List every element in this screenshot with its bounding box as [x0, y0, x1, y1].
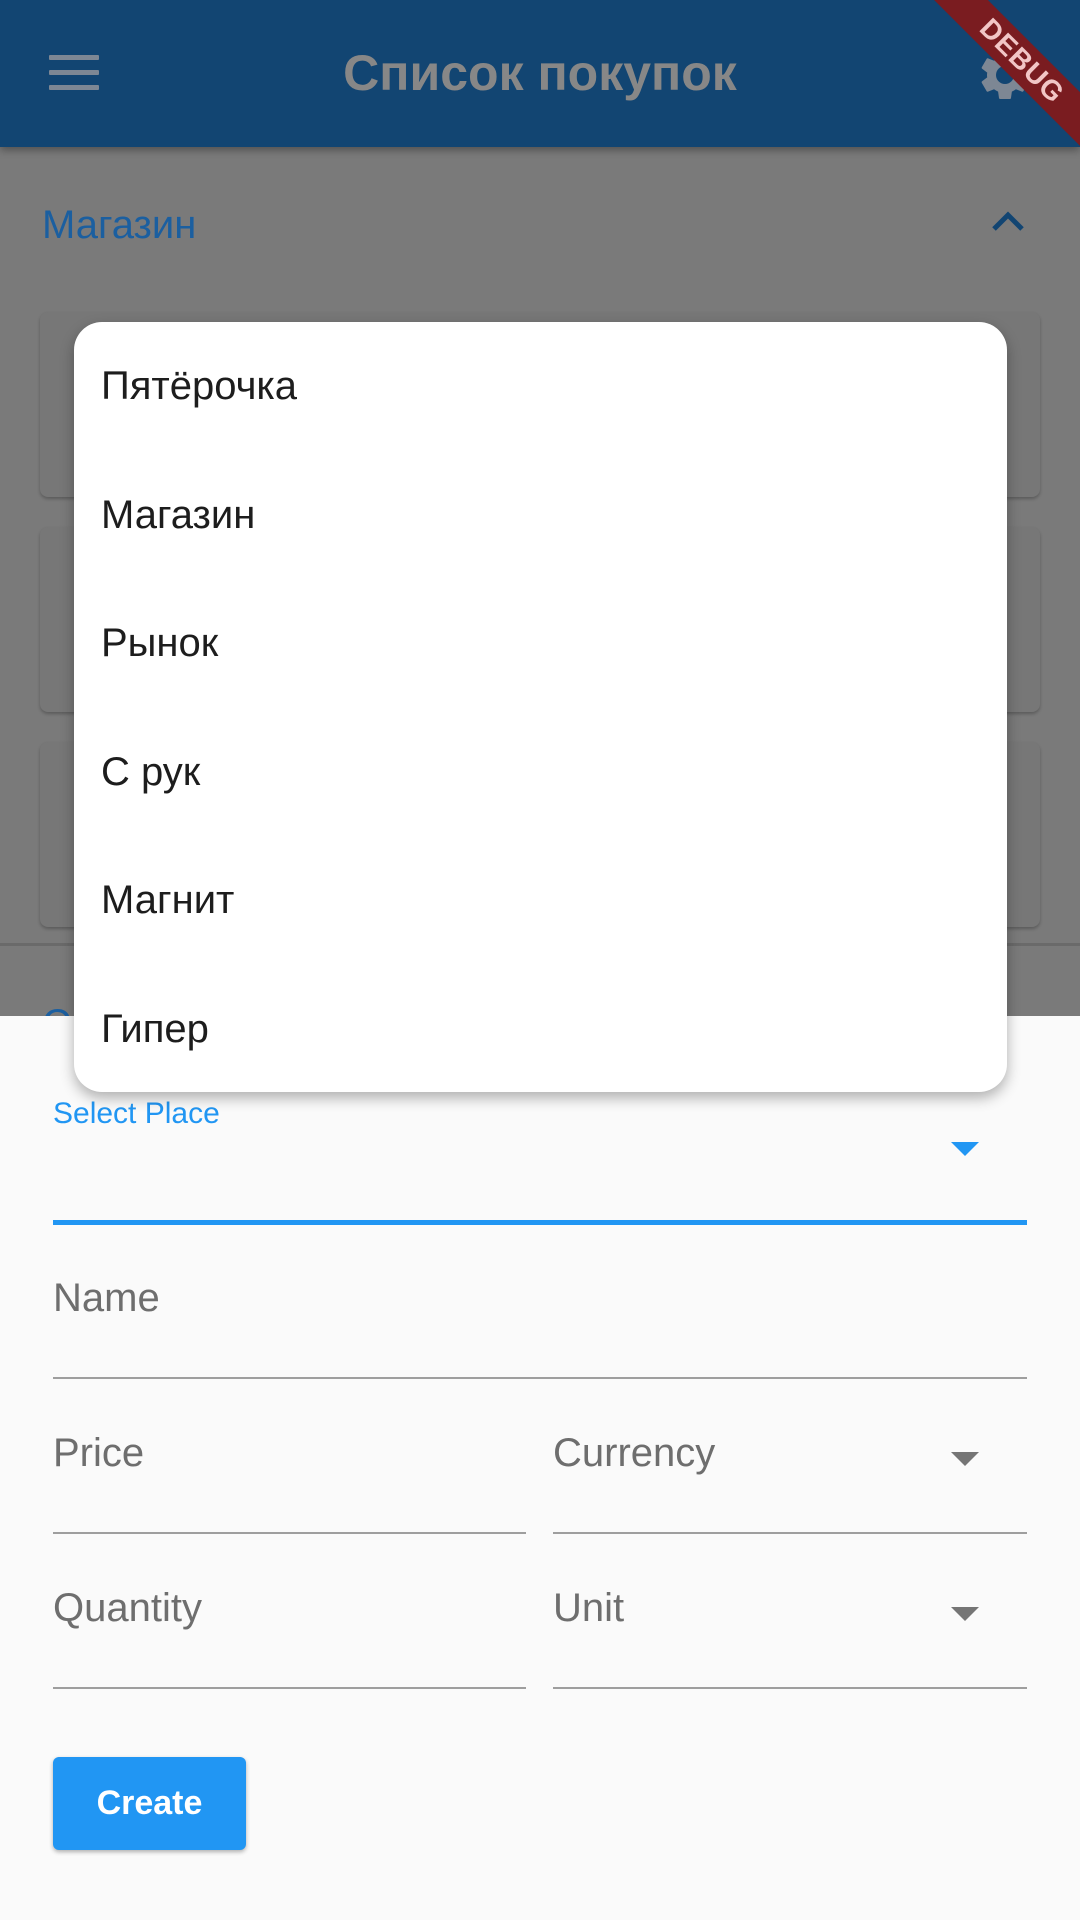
- unit-select-underline: [553, 1687, 1027, 1689]
- unit-select[interactable]: Unit: [553, 1586, 624, 1631]
- debug-banner: DEBUG: [930, 0, 1080, 150]
- app-bar: Список покупок: [0, 0, 1080, 147]
- quantity-field-underline: [53, 1687, 526, 1689]
- dropdown-item[interactable]: Магнит: [74, 836, 1007, 964]
- select-place-field[interactable]: [53, 1220, 1027, 1225]
- name-field[interactable]: Name: [53, 1276, 160, 1321]
- select-place-label: Select Place: [53, 1097, 220, 1130]
- place-dropdown-menu: Пятёрочка Магазин Рынок С рук Магнит Гип…: [74, 322, 1007, 1092]
- section-title: Магазин: [42, 203, 197, 247]
- quantity-field[interactable]: Quantity: [53, 1586, 202, 1631]
- price-field[interactable]: Price: [53, 1431, 144, 1476]
- dropdown-item[interactable]: Гипер: [74, 965, 1007, 1093]
- store-section-header[interactable]: Магазин: [0, 147, 1080, 297]
- price-field-underline: [53, 1532, 526, 1534]
- dropdown-item[interactable]: Пятёрочка: [74, 322, 1007, 450]
- currency-select-underline: [553, 1532, 1027, 1534]
- chevron-up-icon[interactable]: [990, 209, 1026, 233]
- currency-select[interactable]: Currency: [553, 1431, 715, 1476]
- dropdown-arrow-icon[interactable]: [951, 1142, 979, 1156]
- dropdown-item[interactable]: Рынок: [74, 579, 1007, 707]
- dropdown-arrow-icon[interactable]: [951, 1607, 979, 1621]
- page-title: Список покупок: [343, 45, 737, 101]
- dropdown-item[interactable]: С рук: [74, 708, 1007, 836]
- dropdown-arrow-icon[interactable]: [951, 1452, 979, 1466]
- dropdown-item[interactable]: Магазин: [74, 451, 1007, 579]
- name-field-underline: [53, 1377, 1027, 1379]
- debug-label: DEBUG: [930, 0, 1080, 150]
- create-button[interactable]: Create: [53, 1757, 246, 1850]
